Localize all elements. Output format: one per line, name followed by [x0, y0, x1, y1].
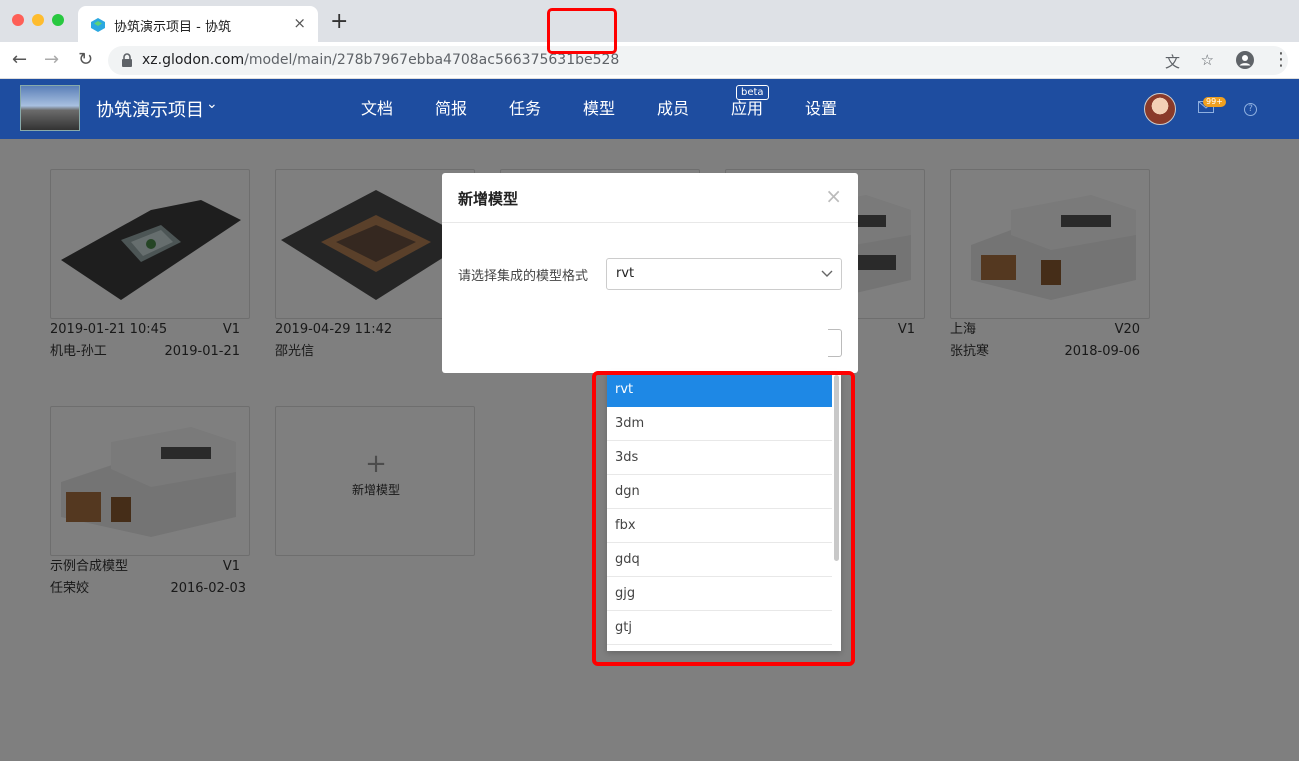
close-icon[interactable]: ×	[825, 186, 842, 206]
nav-model[interactable]: 模型	[562, 79, 636, 139]
dialog-title: 新增模型	[458, 190, 519, 208]
chevron-down-icon[interactable]: ⌄	[206, 96, 218, 112]
app-header: 协筑演示项目 ⌄ 文档 简报 任务 模型 成员 应用 设置 beta 99+ ?	[0, 79, 1299, 139]
nav-tasks[interactable]: 任务	[488, 79, 562, 139]
beta-badge: beta	[736, 85, 769, 100]
minimize-window-button[interactable]	[32, 14, 44, 26]
browser-toolbar: ← → ↻ xz.glodon.com/model/main/278b7967e…	[0, 42, 1299, 79]
add-model-dialog: 新增模型 × 请选择集成的模型格式 rvt	[442, 173, 858, 373]
forward-icon[interactable]: →	[44, 50, 59, 70]
dialog-header: 新增模型 ×	[442, 173, 858, 223]
user-avatar[interactable]	[1144, 93, 1176, 125]
tab-close-icon[interactable]: ×	[293, 15, 306, 31]
browser-menu-icon[interactable]: ⋮	[1272, 50, 1290, 70]
url-path: /model/main/278b7967ebba4708ac566375631b…	[244, 52, 620, 68]
tab-title: 协筑演示项目 - 协筑	[114, 20, 231, 35]
back-icon[interactable]: ←	[12, 50, 27, 70]
help-icon[interactable]: ?	[1244, 103, 1257, 116]
close-window-button[interactable]	[12, 14, 24, 26]
address-bar[interactable]: xz.glodon.com/model/main/278b7967ebba470…	[108, 46, 1288, 75]
nav-docs[interactable]: 文档	[340, 79, 414, 139]
url-text: xz.glodon.com/model/main/278b7967ebba470…	[142, 52, 619, 68]
nav-brief[interactable]: 简报	[414, 79, 488, 139]
app-favicon-icon	[91, 18, 105, 32]
format-select[interactable]: rvt	[606, 258, 842, 290]
highlight-box-dropdown	[592, 371, 855, 666]
profile-icon[interactable]	[1236, 51, 1254, 69]
bookmark-star-icon[interactable]: ☆	[1201, 51, 1214, 69]
chevron-down-icon	[821, 270, 833, 277]
format-select-value: rvt	[616, 266, 635, 281]
highlight-box-model-nav	[547, 8, 617, 54]
nav-settings[interactable]: 设置	[784, 79, 858, 139]
browser-tab-strip: 协筑演示项目 - 协筑 × +	[0, 0, 1299, 42]
main-nav: 文档 简报 任务 模型 成员 应用 设置 beta	[340, 79, 858, 139]
url-host: xz.glodon.com	[142, 52, 245, 68]
maximize-window-button[interactable]	[52, 14, 64, 26]
dialog-action-button[interactable]	[828, 329, 842, 357]
project-name[interactable]: 协筑演示项目	[96, 96, 204, 122]
nav-members[interactable]: 成员	[636, 79, 710, 139]
notification-badge: 99+	[1203, 97, 1226, 107]
translate-icon[interactable]: 文	[1165, 51, 1180, 72]
browser-tab[interactable]: 协筑演示项目 - 协筑 ×	[78, 6, 318, 42]
reload-icon[interactable]: ↻	[78, 50, 93, 70]
lock-icon	[122, 53, 132, 67]
format-label: 请选择集成的模型格式	[458, 269, 589, 284]
project-thumbnail[interactable]	[20, 85, 80, 131]
new-tab-button[interactable]: +	[330, 11, 348, 33]
